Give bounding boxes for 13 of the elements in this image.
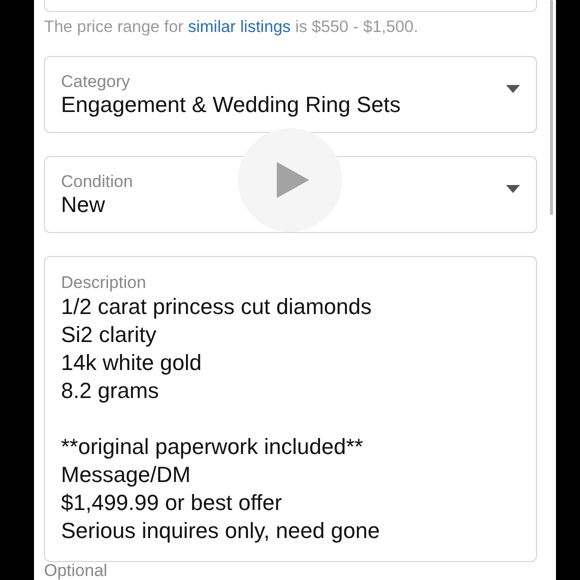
dropdown-field[interactable]: Category Engagement & Wedding Ring Sets	[44, 56, 537, 133]
play-icon	[275, 160, 311, 200]
caret-icon	[506, 184, 520, 192]
price-hint: The price range for similar listings is $550 - $1,500.	[44, 18, 420, 37]
scrollbar[interactable]	[550, 0, 553, 215]
dropdown-field[interactable]: Condition New	[44, 156, 537, 233]
similar-listings-link[interactable]: similar listings	[188, 18, 291, 36]
description-text: 1/2 carat princess cut diamonds Si2 clarity 14k white gold 8.2 grams	[61, 293, 373, 405]
input-field[interactable]	[44, 0, 537, 12]
description-text: **original paperwork included** Message/DM $1,499.99 or best offer Serious inquires only, need gone	[61, 433, 381, 545]
caret-icon	[506, 84, 520, 92]
description-field[interactable]: Description 1/2 carat princess cut diamonds Si2 clarity 14k white gold 8.2 grams **original paperwork included** Message/DM $1,499.99 or best offer Serious inquires only, need gone	[44, 256, 537, 562]
field-label: Optional	[44, 562, 108, 580]
